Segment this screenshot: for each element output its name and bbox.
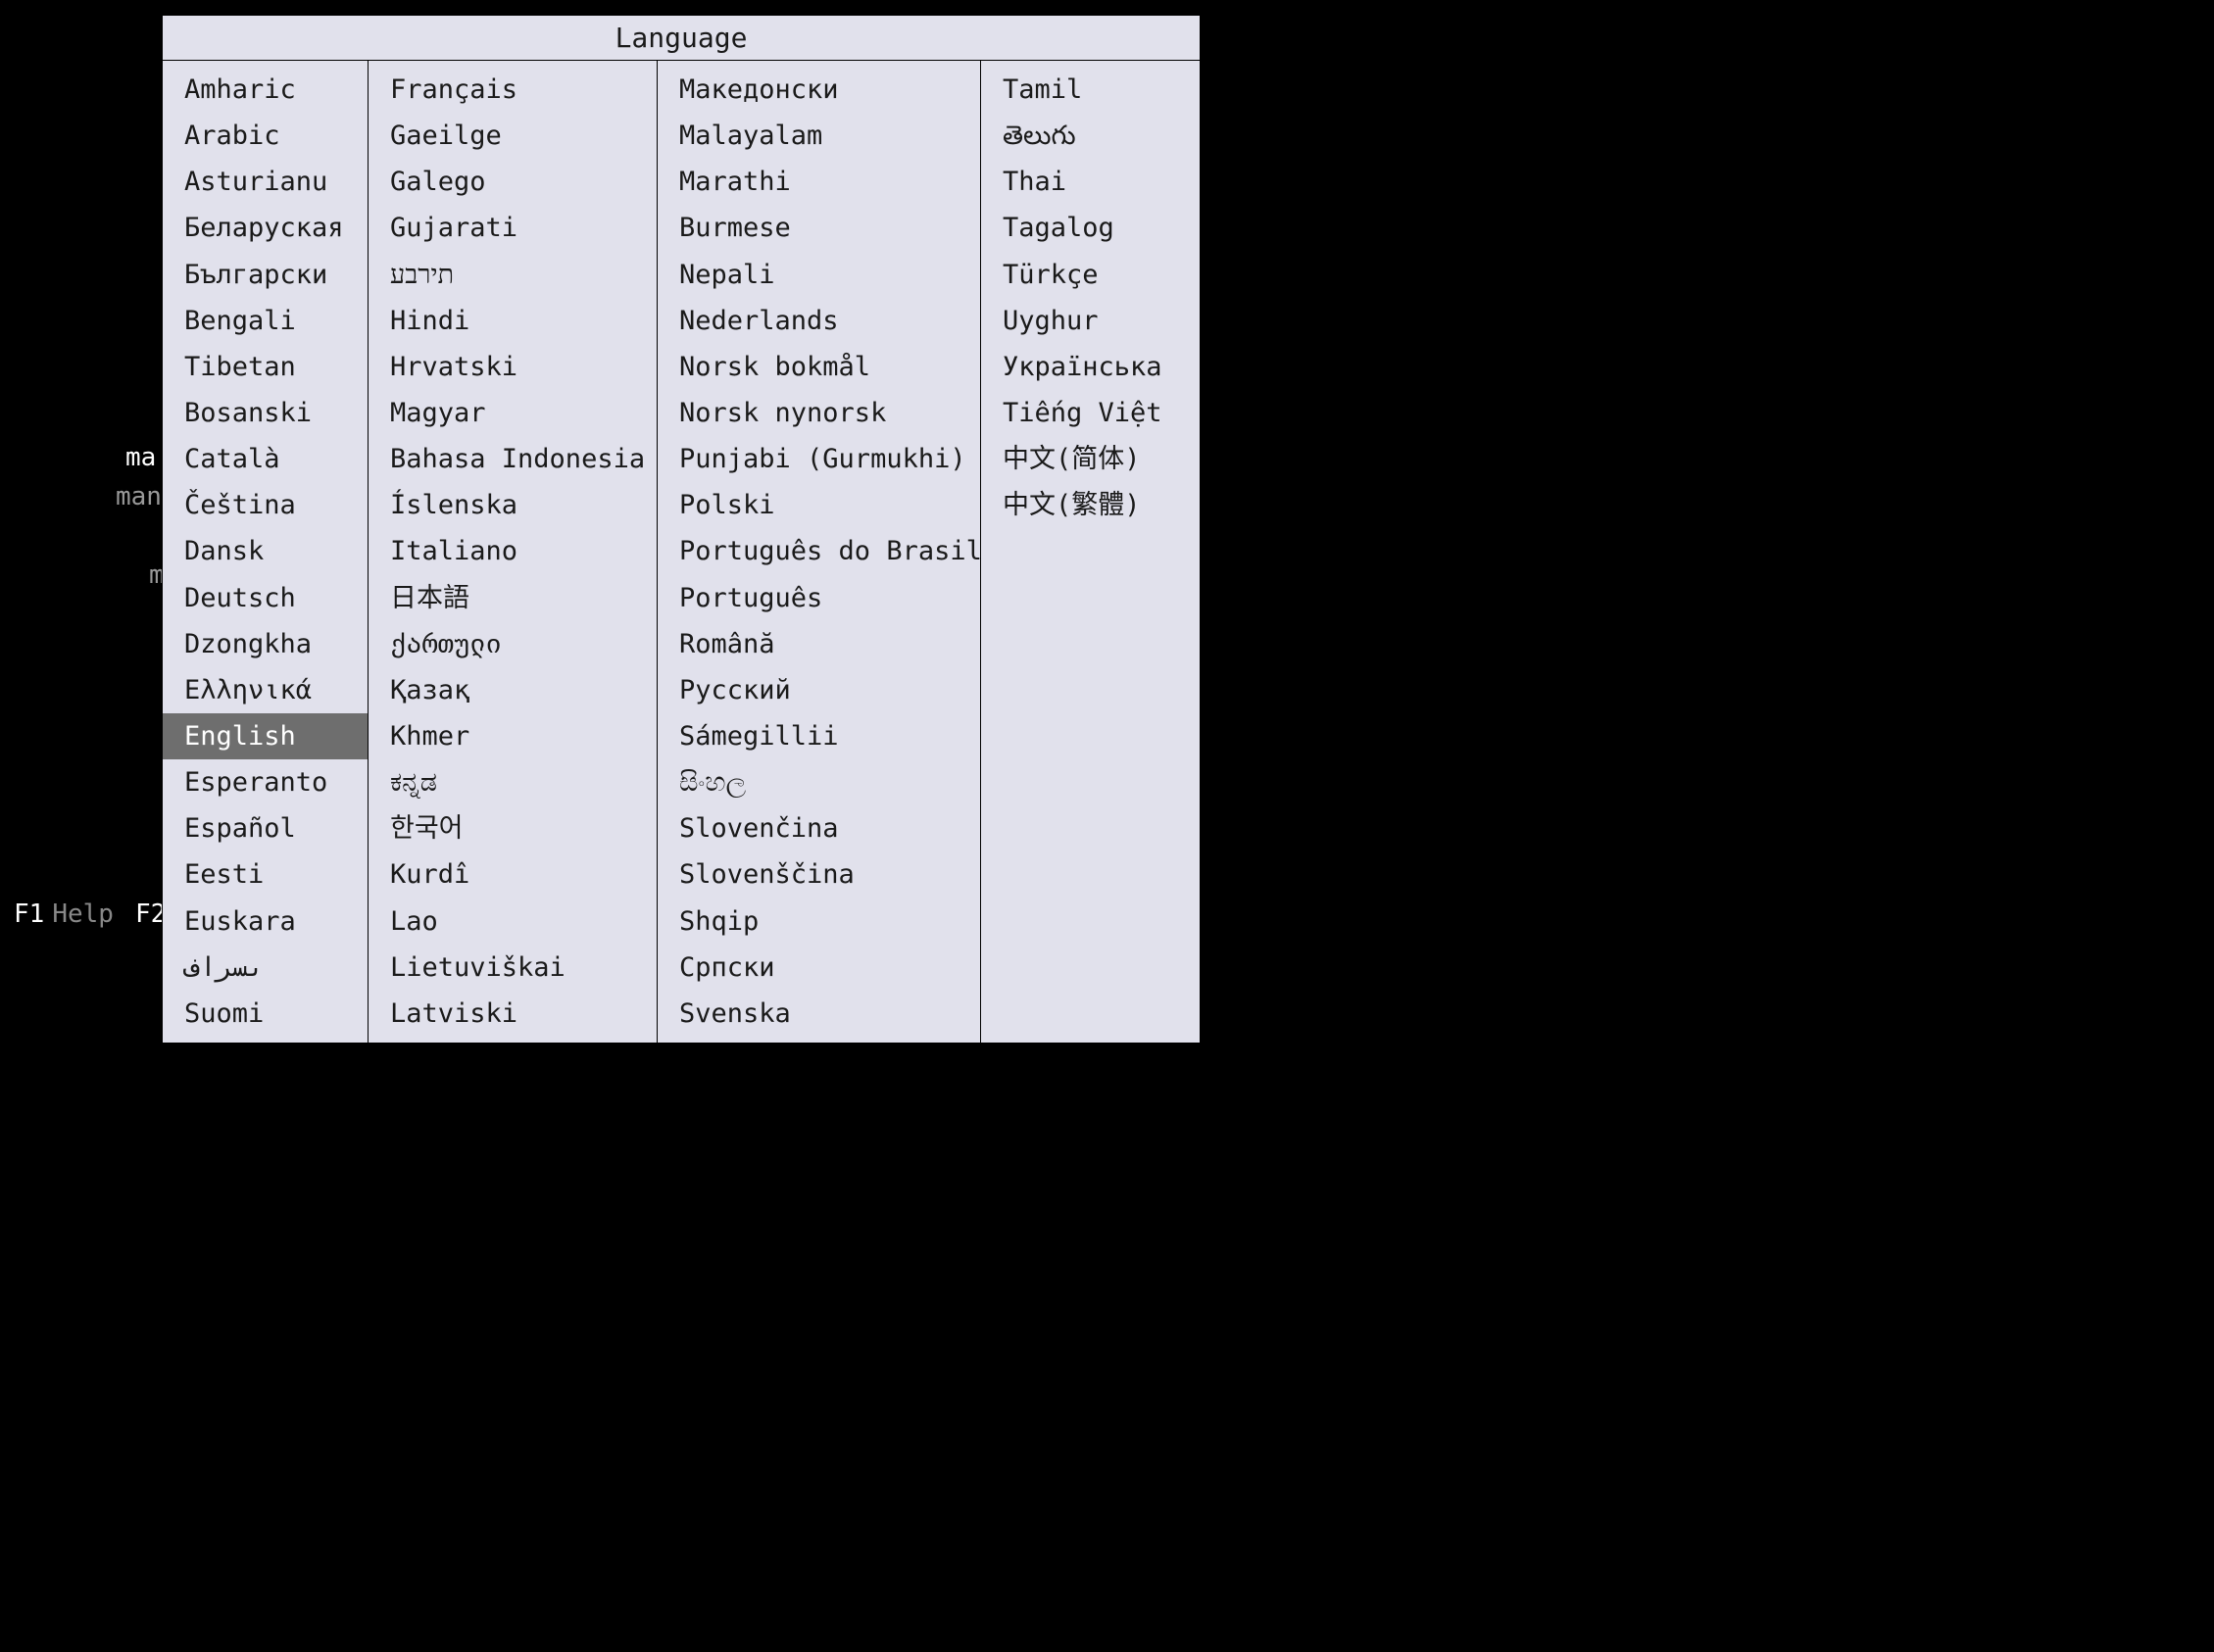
language-option[interactable]: Deutsch (163, 575, 368, 621)
language-option[interactable]: Slovenčina (658, 805, 980, 851)
language-option[interactable]: תירבע (369, 252, 657, 298)
language-option[interactable]: Kurdî (369, 851, 657, 898)
language-option[interactable]: ಕನ್ನಡ (369, 759, 657, 805)
fkey-item[interactable]: F1 Help (14, 899, 114, 929)
language-column: TamilతెలుగుThaiTagalogTürkçeUyghurУкраїн… (981, 61, 1200, 1043)
language-option[interactable]: Русский (658, 667, 980, 713)
language-option[interactable]: Türkçe (981, 252, 1200, 298)
language-column: FrançaisGaeilgeGalegoGujaratiתירבעHindiH… (369, 61, 658, 1043)
language-option[interactable]: Esperanto (163, 759, 368, 805)
language-option[interactable]: Khmer (369, 713, 657, 759)
language-option[interactable]: Български (163, 252, 368, 298)
language-option[interactable]: Magyar (369, 390, 657, 436)
language-option[interactable]: Bengali (163, 298, 368, 344)
language-option[interactable]: Lao (369, 899, 657, 945)
fkey-label: Help (52, 899, 114, 929)
language-option[interactable]: Hindi (369, 298, 657, 344)
language-option[interactable]: Français (369, 67, 657, 113)
language-option[interactable]: 中文(繁體) (981, 482, 1200, 528)
language-option[interactable]: Svenska (658, 991, 980, 1037)
language-option[interactable]: Slovenščina (658, 851, 980, 898)
language-columns: AmharicArabicAsturianuБеларускаяБългарск… (163, 61, 1200, 1043)
language-option[interactable]: English (163, 713, 368, 759)
language-option[interactable]: Українська (981, 344, 1200, 390)
background-text: ma (125, 443, 156, 472)
language-option[interactable]: Tamil (981, 67, 1200, 113)
language-option[interactable]: Nederlands (658, 298, 980, 344)
language-option[interactable]: Ελληνικά (163, 667, 368, 713)
language-option[interactable]: Asturianu (163, 159, 368, 205)
language-option[interactable]: Dzongkha (163, 621, 368, 667)
language-option[interactable]: 中文(简体) (981, 436, 1200, 482)
language-option[interactable]: Norsk nynorsk (658, 390, 980, 436)
language-option[interactable]: Galego (369, 159, 657, 205)
language-option[interactable]: ქართული (369, 621, 657, 667)
language-option[interactable]: Română (658, 621, 980, 667)
dialog-title: Language (163, 16, 1200, 61)
language-option[interactable]: Euskara (163, 899, 368, 945)
language-option[interactable]: Беларуская (163, 205, 368, 251)
language-option[interactable]: Amharic (163, 67, 368, 113)
language-option[interactable]: Italiano (369, 528, 657, 574)
language-option[interactable]: Arabic (163, 113, 368, 159)
language-option[interactable]: Punjabi (Gurmukhi) (658, 436, 980, 482)
language-option[interactable]: Bahasa Indonesia (369, 436, 657, 482)
language-option[interactable]: Nepali (658, 252, 980, 298)
language-option[interactable]: Português (658, 575, 980, 621)
language-option[interactable]: Eesti (163, 851, 368, 898)
language-option[interactable]: Shqip (658, 899, 980, 945)
language-option[interactable]: Čeština (163, 482, 368, 528)
language-option[interactable]: Íslenska (369, 482, 657, 528)
fkey-key: F1 (14, 899, 44, 929)
language-option[interactable]: Bosanski (163, 390, 368, 436)
language-column: МакедонскиMalayalamMarathiBurmeseNepaliN… (658, 61, 981, 1043)
language-option[interactable]: Sámegillii (658, 713, 980, 759)
language-option[interactable]: Suomi (163, 991, 368, 1037)
language-option[interactable]: Gujarati (369, 205, 657, 251)
language-option[interactable]: Polski (658, 482, 980, 528)
language-option[interactable]: Gaeilge (369, 113, 657, 159)
background-text: man (116, 482, 162, 511)
language-option[interactable]: Tiếng Việt (981, 390, 1200, 436)
language-option[interactable]: 日本語 (369, 575, 657, 621)
language-option[interactable]: Lietuviškai (369, 945, 657, 991)
language-option[interactable]: Català (163, 436, 368, 482)
language-option[interactable]: Latviski (369, 991, 657, 1037)
language-option[interactable]: Tibetan (163, 344, 368, 390)
language-option[interactable]: Burmese (658, 205, 980, 251)
language-option[interactable]: Македонски (658, 67, 980, 113)
language-option[interactable]: Dansk (163, 528, 368, 574)
language-option[interactable]: Uyghur (981, 298, 1200, 344)
language-option[interactable]: 한국어 (369, 805, 657, 851)
language-option[interactable]: Marathi (658, 159, 980, 205)
language-option[interactable]: Tagalog (981, 205, 1200, 251)
language-option[interactable]: Thai (981, 159, 1200, 205)
language-option[interactable]: Português do Brasil (658, 528, 980, 574)
language-column: AmharicArabicAsturianuБеларускаяБългарск… (163, 61, 369, 1043)
language-option[interactable]: Hrvatski (369, 344, 657, 390)
language-option[interactable]: తెలుగు (981, 113, 1200, 159)
language-option[interactable]: සිංහල (658, 759, 980, 805)
language-option[interactable]: ىسراف (163, 945, 368, 991)
language-option[interactable]: Српски (658, 945, 980, 991)
language-option[interactable]: Malayalam (658, 113, 980, 159)
language-dialog: Language AmharicArabicAsturianuБеларуска… (162, 15, 1201, 1044)
language-option[interactable]: Español (163, 805, 368, 851)
language-option[interactable]: Қазақ (369, 667, 657, 713)
language-option[interactable]: Norsk bokmål (658, 344, 980, 390)
